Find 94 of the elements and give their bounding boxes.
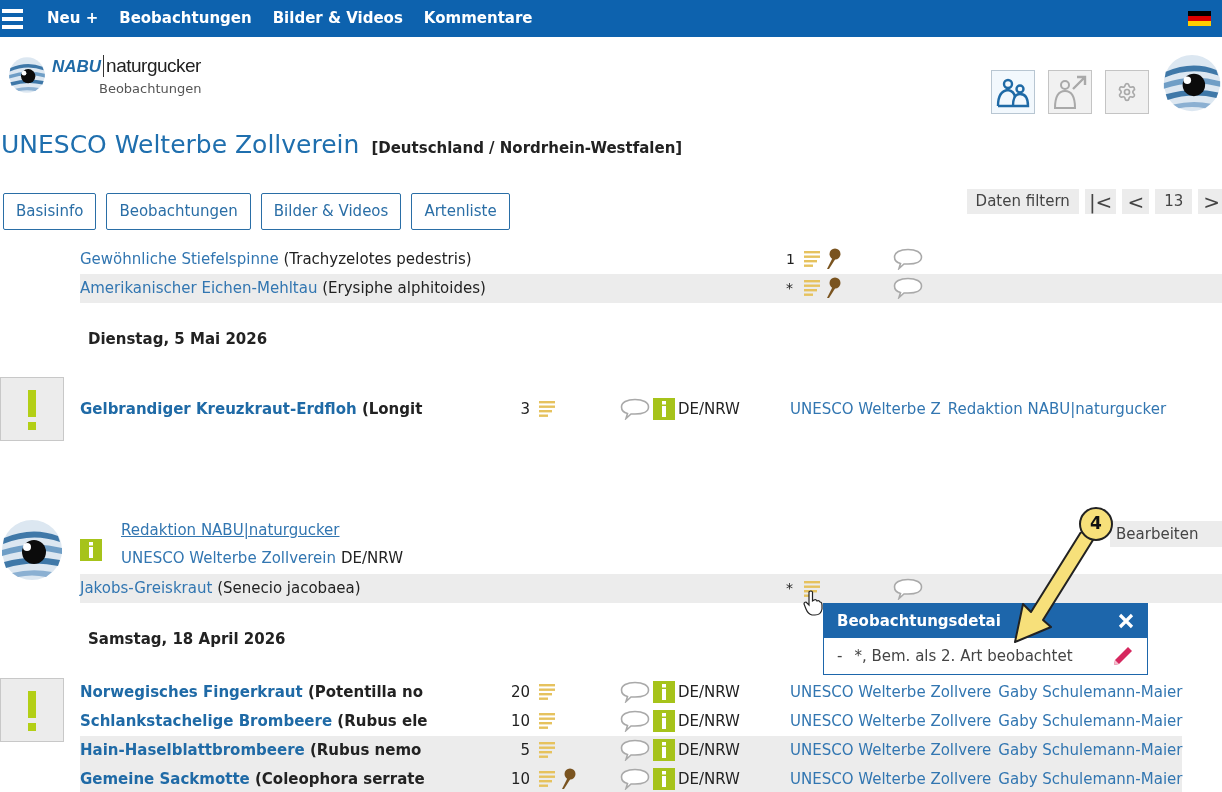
edit-button[interactable]: Bearbeiten xyxy=(1110,521,1222,547)
close-icon[interactable] xyxy=(1118,613,1134,629)
tab-button[interactable]: Beobachtungen xyxy=(106,192,251,230)
site-link[interactable]: UNESCO Welterbe Zollvere xyxy=(790,680,992,704)
date-heading: Samstag, 18 April 2026 xyxy=(88,630,286,648)
callout-badge: 4 xyxy=(1079,507,1113,541)
count-text: * xyxy=(786,278,794,298)
nav-link[interactable]: Beobachtungen xyxy=(119,7,252,30)
header-button[interactable] xyxy=(991,70,1035,114)
page-number: 13 xyxy=(1155,189,1193,214)
comment-icon[interactable] xyxy=(620,739,650,761)
observer-link[interactable]: Redaktion NABU|naturgucker xyxy=(947,397,1167,421)
count-text: 10 xyxy=(509,768,530,790)
site-link[interactable]: UNESCO Welterbe Zollvere xyxy=(790,738,992,762)
species-name: Gelbrandiger Kreuzkraut-Erdfloh (Longit xyxy=(80,399,423,418)
pin-icon[interactable] xyxy=(560,768,576,790)
tab-button[interactable]: Bilder & Videos xyxy=(260,192,402,230)
nav-link[interactable]: Bilder & Videos xyxy=(272,7,403,30)
comment-icon[interactable] xyxy=(893,577,923,600)
count-text: 10 xyxy=(509,710,530,732)
info-icon[interactable] xyxy=(653,710,675,732)
popup-dash: - xyxy=(837,645,843,667)
alert-icon xyxy=(0,377,64,441)
count-text: 5 xyxy=(519,739,530,761)
info-icon[interactable] xyxy=(653,768,675,790)
nav-link[interactable]: Neu + xyxy=(47,7,99,30)
region-text: DE/NRW xyxy=(678,768,740,790)
site-link[interactable]: UNESCO Welterbe Zollverein xyxy=(121,546,337,569)
popup-text: *, Bem. als 2. Art beobachtet xyxy=(854,645,1073,667)
comment-icon[interactable] xyxy=(620,710,650,732)
region-text: DE/NRW xyxy=(678,710,740,732)
species-name: Gemeine Sackmotte (Coleophora serrate xyxy=(80,769,425,788)
site-link[interactable]: UNESCO Welterbe Zollvere xyxy=(790,709,992,733)
region-subtitle: [Deutschland / Nordrhein-Westfalen] xyxy=(371,138,683,159)
species-link[interactable]: Amerikanischer Eichen-Mehltau xyxy=(80,278,318,297)
count-text: 20 xyxy=(509,681,530,703)
count-text: 1 xyxy=(786,249,796,269)
species-name: Norwegisches Fingerkraut (Potentilla no xyxy=(80,682,424,701)
pin-icon[interactable] xyxy=(825,277,841,299)
species-name: Hain-Haselblattbrombeere (Rubus nemo xyxy=(80,740,422,759)
species-link[interactable]: Jakobs-Greiskraut xyxy=(80,579,213,598)
page-title: UNESCO Welterbe Zollverein xyxy=(1,129,360,161)
menu-icon[interactable] xyxy=(2,7,23,30)
species-link[interactable]: Gewöhnliche Stiefelspinne xyxy=(80,249,279,268)
comment-icon[interactable] xyxy=(893,248,923,270)
author-link[interactable]: Redaktion NABU|naturgucker xyxy=(121,519,403,542)
info-icon[interactable] xyxy=(80,539,102,561)
logo-icon xyxy=(8,56,46,94)
tab-button[interactable]: Basisinfo xyxy=(3,192,97,230)
alert-icon xyxy=(0,677,64,742)
gear-icon xyxy=(1117,82,1137,102)
site-link[interactable]: UNESCO Welterbe Zollvere xyxy=(790,767,992,791)
species-link[interactable]: Gemeine Sackmotte xyxy=(80,769,250,788)
region-text: DE/NRW xyxy=(678,398,740,420)
comment-icon[interactable] xyxy=(620,681,650,703)
observer-link[interactable]: Gaby Schulemann-Maier xyxy=(998,767,1183,791)
tab-button[interactable]: Artenliste xyxy=(411,192,510,230)
logo-subtitle: Beobachtungen xyxy=(99,79,202,98)
observer-link[interactable]: Gaby Schulemann-Maier xyxy=(998,680,1183,704)
species-link[interactable]: Schlankstachelige Brombeere xyxy=(80,711,333,730)
species-name: Schlankstachelige Brombeere (Rubus ele xyxy=(80,711,428,730)
popup-title: Beobachtungsdetai xyxy=(837,610,1001,632)
count-text: 3 xyxy=(519,398,530,420)
observer-link[interactable]: Gaby Schulemann-Maier xyxy=(998,709,1183,733)
info-icon[interactable] xyxy=(653,739,675,761)
date-heading: Dienstag, 5 Mai 2026 xyxy=(88,329,268,348)
pin-icon[interactable] xyxy=(825,248,841,270)
info-icon[interactable] xyxy=(653,398,675,420)
region-text: DE/NRW xyxy=(678,739,740,761)
previous-page-button[interactable]: < xyxy=(1122,189,1150,214)
first-page-button[interactable]: |< xyxy=(1084,189,1117,214)
comment-icon[interactable] xyxy=(620,768,650,790)
comment-icon[interactable] xyxy=(893,277,923,299)
species-name: Gewöhnliche Stiefelspinne (Trachyzelotes pedestris) xyxy=(80,249,472,268)
person-arrow-icon xyxy=(1052,74,1088,110)
logo-brand: NABU xyxy=(52,55,102,78)
species-name: Amerikanischer Eichen-Mehltau (Erysiphe alphitoides) xyxy=(80,278,486,297)
species-name: Jakobs-Greiskraut (Senecio jacobaea) xyxy=(80,579,361,598)
species-link[interactable]: Hain-Haselblattbrombeere xyxy=(80,740,305,759)
region-text: DE/NRW xyxy=(341,547,403,569)
nav-link[interactable]: Kommentare xyxy=(423,7,533,30)
filter-button[interactable]: Daten filtern xyxy=(966,189,1079,214)
region-text: DE/NRW xyxy=(678,681,740,703)
species-link[interactable]: Gelbrandiger Kreuzkraut-Erdfloh xyxy=(80,399,357,418)
logo-name: naturgucker xyxy=(106,54,201,78)
pencil-icon[interactable] xyxy=(1112,645,1134,667)
count-text: * xyxy=(786,579,794,598)
info-icon[interactable] xyxy=(653,681,675,703)
flag-icon[interactable] xyxy=(1188,11,1211,26)
next-page-button[interactable]: > xyxy=(1198,189,1222,214)
observer-link[interactable]: Gaby Schulemann-Maier xyxy=(998,738,1183,762)
species-link[interactable]: Norwegisches Fingerkraut xyxy=(80,682,303,701)
site-link[interactable]: UNESCO Welterbe Z xyxy=(790,397,941,421)
comment-icon[interactable] xyxy=(620,398,650,420)
